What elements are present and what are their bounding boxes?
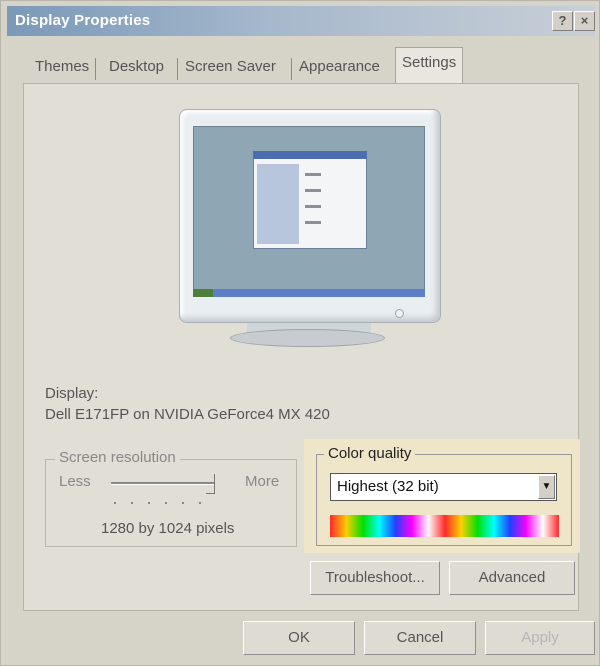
- preview-icon-line: [305, 205, 321, 208]
- less-label: Less: [59, 473, 91, 490]
- spectrum-segment: [346, 515, 364, 537]
- title-bar[interactable]: Display Properties ? ×: [7, 6, 595, 36]
- tab-themes[interactable]: Themes: [35, 55, 89, 83]
- preview-window-sidebar: [257, 164, 299, 244]
- tab-appearance[interactable]: Appearance: [299, 55, 380, 83]
- tab-separator: [95, 58, 96, 80]
- monitor-stand-base: [230, 329, 385, 347]
- screen-resolution-caption: Screen resolution: [55, 449, 180, 466]
- display-properties-window: Display Properties ? × Themes Desktop Sc…: [0, 0, 600, 666]
- tab-screen-saver[interactable]: Screen Saver: [185, 55, 276, 83]
- spectrum-segment: [542, 515, 560, 537]
- color-quality-select[interactable]: Highest (32 bit) ▼: [330, 473, 557, 501]
- spectrum-segment: [411, 515, 429, 537]
- slider-tick: [182, 502, 184, 504]
- color-quality-value: Highest (32 bit): [337, 478, 439, 495]
- resolution-slider[interactable]: [111, 482, 215, 485]
- color-spectrum-bar: [330, 515, 560, 537]
- spectrum-segment: [460, 515, 478, 537]
- preview-icon-line: [305, 221, 321, 224]
- resolution-slider-thumb[interactable]: [206, 474, 215, 494]
- slider-tick: [148, 502, 150, 504]
- preview-icon-line: [305, 189, 321, 192]
- more-label: More: [245, 473, 280, 490]
- tab-separator: [177, 58, 178, 80]
- spectrum-segment: [379, 515, 396, 537]
- preview-taskbar: [193, 289, 425, 297]
- spectrum-segment: [330, 515, 347, 537]
- preview-window-titlebar: [253, 151, 367, 159]
- color-quality-caption: Color quality: [324, 445, 416, 462]
- advanced-button[interactable]: Advanced: [449, 561, 575, 595]
- spectrum-segment: [526, 515, 544, 537]
- preview-icon-line: [305, 173, 321, 176]
- tab-desktop[interactable]: Desktop: [109, 55, 164, 83]
- slider-tick: [114, 502, 116, 504]
- window-title: Display Properties: [15, 12, 151, 29]
- power-button-icon: [395, 309, 404, 318]
- slider-tick: [165, 502, 167, 504]
- spectrum-segment: [477, 515, 495, 537]
- cancel-button[interactable]: Cancel: [364, 621, 476, 655]
- display-label: Display:: [45, 385, 99, 402]
- apply-button[interactable]: Apply: [485, 621, 595, 655]
- spectrum-segment: [362, 515, 380, 537]
- slider-tick: [199, 502, 201, 504]
- slider-tick: [131, 502, 133, 504]
- spectrum-segment: [509, 515, 527, 537]
- tab-settings[interactable]: Settings: [395, 47, 464, 83]
- display-device: Dell E171FP on NVIDIA GeForce4 MX 420: [45, 406, 330, 423]
- tab-separator: [291, 58, 292, 80]
- ok-button[interactable]: OK: [243, 621, 355, 655]
- help-button[interactable]: ?: [552, 11, 573, 31]
- spectrum-segment: [444, 515, 462, 537]
- dropdown-arrow-icon[interactable]: ▼: [538, 475, 555, 499]
- troubleshoot-button[interactable]: Troubleshoot...: [310, 561, 440, 595]
- tab-strip: Themes Desktop Screen Saver Appearance S…: [21, 47, 581, 83]
- close-button[interactable]: ×: [574, 11, 595, 31]
- spectrum-segment: [395, 515, 413, 537]
- spectrum-segment: [493, 515, 511, 537]
- resolution-value: 1280 by 1024 pixels: [101, 520, 235, 537]
- spectrum-segment: [428, 515, 445, 537]
